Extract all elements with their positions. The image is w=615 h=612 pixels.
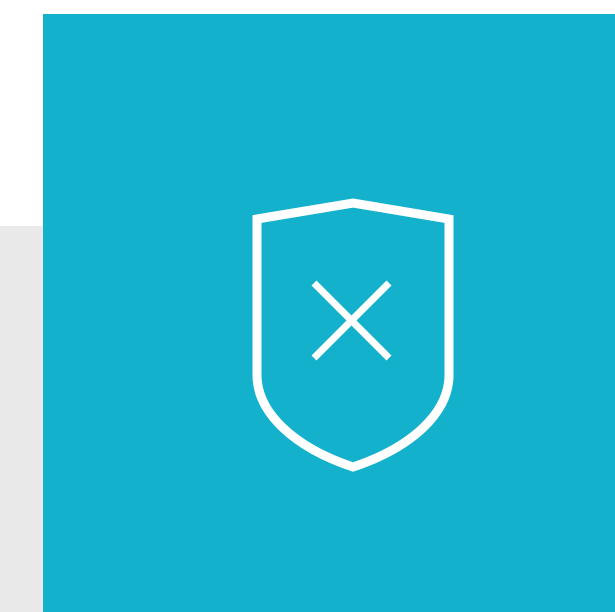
shield-outline bbox=[252, 198, 454, 472]
security-status-panel bbox=[43, 14, 615, 612]
shield-x-icon bbox=[248, 197, 458, 487]
close-icon bbox=[311, 280, 392, 361]
shield-icon bbox=[252, 198, 454, 472]
